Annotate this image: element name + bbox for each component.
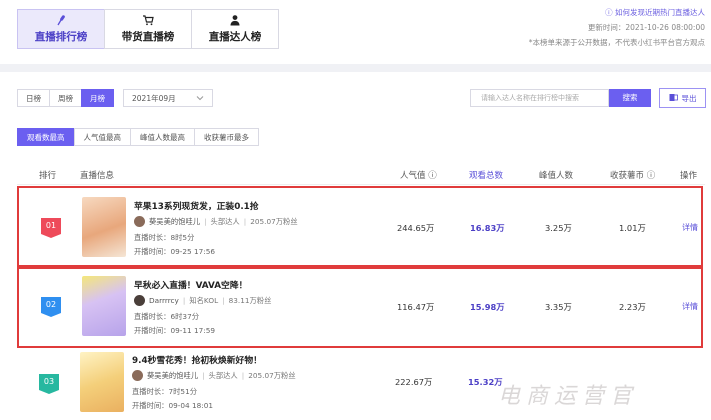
table-row[interactable]: 01 苹果13系列现货发，正装0.1抢 葵吴美的饱哇儿 | 头部达人 | 205…	[17, 186, 703, 269]
author: Darrrrcy | 知名KOL | 83.11万粉丝	[134, 295, 271, 306]
live-start-time: 开播时间：09-04 18:01	[132, 401, 214, 410]
tab-label: 直播达人榜	[208, 31, 262, 43]
period-monthly[interactable]: 月榜	[81, 89, 114, 107]
live-cover	[80, 352, 124, 412]
coins-value: 1.01万	[619, 223, 646, 233]
author-fans: 205.07万粉丝	[250, 216, 298, 226]
col-action: 操作	[680, 171, 698, 181]
ranking-tabs: 直播排行榜 带货直播榜 直播达人榜	[17, 9, 279, 49]
live-start-time: 开播时间：09-25 17:56	[134, 247, 216, 256]
rank-badge: 01	[41, 218, 61, 238]
live-cover	[82, 276, 126, 336]
rank-badge: 03	[39, 374, 59, 394]
update-time: 更新时间：2021-10-26 08:00:00	[587, 23, 705, 32]
period-tabs: 日榜 周榜 月榜	[17, 89, 114, 107]
col-popularity[interactable]: 人气值 ⓘ	[400, 169, 437, 181]
live-duration: 直播时长：8时5分	[134, 233, 195, 242]
export-button[interactable]: 导出	[659, 88, 706, 108]
detail-link[interactable]: 详情	[682, 301, 698, 312]
metric-most-coins[interactable]: 收获薯币最多	[194, 128, 259, 146]
popularity-value: 222.67万	[395, 377, 433, 387]
author-fans: 83.11万粉丝	[228, 295, 272, 305]
author-name[interactable]: 葵吴美的饱哇儿	[149, 217, 200, 227]
avatar	[134, 295, 145, 306]
author: 葵吴美的饱哇儿 | 头部达人 | 205.07万粉丝	[134, 216, 298, 227]
author-name[interactable]: 葵吴美的饱哇儿	[147, 371, 198, 381]
col-peak[interactable]: 峰值人数	[539, 169, 573, 181]
header-panel: 直播排行榜 带货直播榜 直播达人榜 ⓘ 如何发现近期热门直播达人 更新时间：20…	[0, 0, 711, 64]
peak-value: 3.25万	[545, 223, 572, 233]
filter-bar: 日榜 周榜 月榜 2021年09月	[17, 89, 213, 107]
table-row[interactable]: 02 早秋必入直播！VAVA空降！ Darrrrcy | 知名KOL | 83.…	[17, 265, 703, 348]
ranking-panel: 日榜 周榜 月榜 2021年09月 请输入达人名称在排行榜中搜索 搜索 导出 观…	[0, 72, 711, 420]
author-fans: 205.07万粉丝	[248, 370, 296, 380]
search-button[interactable]: 搜索	[609, 89, 651, 107]
avatar	[132, 370, 143, 381]
views-value: 15.98万	[470, 302, 505, 312]
mic-icon	[55, 14, 67, 27]
coins-value: 2.23万	[619, 302, 646, 312]
month-value: 2021年09月	[132, 93, 176, 103]
author-name[interactable]: Darrrrcy	[149, 296, 179, 305]
live-cover	[82, 197, 126, 257]
live-duration: 直播时长：6时37分	[134, 312, 200, 321]
popularity-value: 244.65万	[397, 223, 435, 233]
update-info: ⓘ 如何发现近期热门直播达人 更新时间：2021-10-26 08:00:00 …	[529, 5, 705, 50]
tab-label: 带货直播榜	[121, 31, 175, 43]
popularity-value: 116.47万	[397, 302, 435, 312]
cart-icon	[142, 14, 154, 27]
metric-tabs: 观看数最高 人气值最高 峰值人数最高 收获薯币最多	[17, 128, 259, 146]
search-input[interactable]: 请输入达人名称在排行榜中搜索	[470, 89, 609, 107]
live-title[interactable]: 9.4秒雪花秀！抢初秋焕新好物！	[132, 353, 262, 366]
author: 葵吴美的饱哇儿 | 头部达人 | 205.07万粉丝	[132, 370, 296, 381]
tab-sales-live-ranking[interactable]: 带货直播榜	[104, 9, 192, 49]
tab-label: 直播排行榜	[34, 31, 88, 43]
views-value: 16.83万	[470, 223, 505, 233]
help-link[interactable]: ⓘ 如何发现近期热门直播达人	[529, 5, 705, 20]
detail-link[interactable]: 详情	[682, 222, 698, 233]
export-label: 导出	[681, 93, 697, 103]
tab-live-influencer-ranking[interactable]: 直播达人榜	[191, 9, 279, 49]
person-icon	[229, 14, 241, 27]
live-title[interactable]: 早秋必入直播！VAVA空降！	[134, 278, 247, 291]
live-duration: 直播时长：7时51分	[132, 387, 198, 396]
live-start-time: 开播时间：09-11 17:59	[134, 326, 216, 335]
metric-most-views[interactable]: 观看数最高	[17, 128, 75, 146]
watermark: 电商运营官	[498, 384, 639, 409]
author-type: 头部达人	[208, 370, 238, 380]
author-type: 知名KOL	[189, 295, 219, 305]
col-coins[interactable]: 收获薯币 ⓘ	[610, 169, 655, 181]
live-title[interactable]: 苹果13系列现货发，正装0.1抢	[134, 199, 259, 212]
peak-value: 3.35万	[545, 302, 572, 312]
period-weekly[interactable]: 周榜	[49, 89, 82, 107]
metric-most-popularity[interactable]: 人气值最高	[73, 128, 131, 146]
col-views[interactable]: 观看总数	[469, 169, 503, 181]
rank-badge: 02	[41, 297, 61, 317]
author-type: 头部达人	[210, 216, 240, 226]
table-header: 排行 直播信息 人气值 ⓘ 观看总数 峰值人数 收获薯币 ⓘ 操作	[17, 163, 705, 185]
avatar	[134, 216, 145, 227]
col-rank: 排行	[39, 171, 57, 181]
disclaimer: *本榜单来源于公开数据，不代表小红书平台官方观点	[528, 38, 705, 47]
chevron-down-icon	[196, 94, 204, 103]
metric-most-peak[interactable]: 峰值人数最高	[130, 128, 195, 146]
col-live-info: 直播信息	[80, 171, 115, 181]
period-daily[interactable]: 日榜	[17, 89, 50, 107]
tab-live-ranking[interactable]: 直播排行榜	[17, 9, 105, 49]
export-icon	[669, 93, 678, 104]
month-select[interactable]: 2021年09月	[123, 89, 213, 107]
